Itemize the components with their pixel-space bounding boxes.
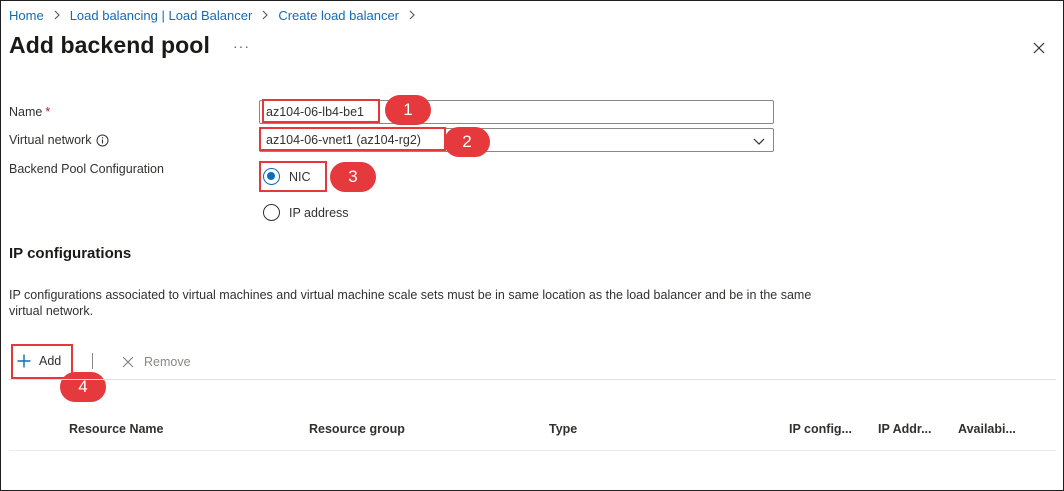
chevron-right-icon	[407, 10, 417, 20]
vnet-label-text: Virtual network	[9, 133, 92, 147]
chevron-right-icon	[52, 10, 62, 20]
vnet-dropdown[interactable]: az104-06-vnet1 (az104-rg2)	[259, 128, 774, 152]
chevron-right-icon	[260, 10, 270, 20]
chevron-down-icon	[753, 138, 765, 145]
column-header-resource-name[interactable]: Resource Name	[69, 422, 164, 436]
step-badge-3: 3	[330, 162, 376, 192]
required-mark: *	[45, 105, 51, 119]
radio-ip-address[interactable]: IP address	[263, 204, 349, 221]
breadcrumb-load-balancing[interactable]: Load balancing | Load Balancer	[70, 8, 253, 23]
name-label-text: Name	[9, 105, 43, 119]
toolbar-divider-line	[9, 379, 1056, 380]
toolbar-divider	[92, 353, 93, 369]
page-frame	[0, 0, 1064, 491]
radio-nic[interactable]: NIC	[263, 168, 311, 185]
add-button-label: Add	[39, 354, 62, 368]
add-button[interactable]: Add	[17, 354, 61, 368]
step-badge-1: 1	[385, 95, 431, 125]
pool-config-label: Backend Pool Configuration	[9, 162, 164, 176]
x-icon	[122, 356, 134, 368]
breadcrumb-home[interactable]: Home	[9, 8, 44, 23]
column-header-ip-address[interactable]: IP Addr...	[878, 422, 932, 436]
vnet-dropdown-value: az104-06-vnet1 (az104-rg2)	[266, 133, 421, 147]
radio-ip-address-label: IP address	[289, 205, 349, 220]
close-icon[interactable]	[1031, 40, 1047, 56]
radio-ip-address-button[interactable]	[263, 204, 280, 221]
ip-configurations-description: IP configurations associated to virtual …	[9, 288, 812, 318]
more-options-button[interactable]: ···	[233, 38, 250, 54]
step-badge-2: 2	[444, 127, 490, 157]
radio-nic-button[interactable]	[263, 168, 280, 185]
column-header-ip-config[interactable]: IP config...	[789, 422, 852, 436]
breadcrumb-create-load-balancer[interactable]: Create load balancer	[278, 8, 399, 23]
name-label: Name *	[9, 105, 50, 119]
column-header-resource-group[interactable]: Resource group	[309, 422, 405, 436]
ip-configurations-heading: IP configurations	[9, 245, 132, 262]
info-icon[interactable]	[96, 134, 109, 147]
column-header-type[interactable]: Type	[549, 422, 577, 436]
step-badge-4: 4	[60, 372, 106, 402]
radio-nic-label: NIC	[289, 169, 311, 184]
plus-icon	[17, 354, 31, 368]
column-header-availability[interactable]: Availabi...	[958, 422, 1016, 436]
remove-button-label: Remove	[144, 355, 191, 369]
name-input[interactable]	[259, 100, 774, 124]
vnet-label: Virtual network	[9, 133, 109, 147]
page-title: Add backend pool	[9, 32, 210, 58]
table-header-divider	[9, 450, 1056, 451]
remove-button[interactable]: Remove	[122, 355, 191, 369]
breadcrumb: Home Load balancing | Load Balancer Crea…	[9, 6, 425, 24]
